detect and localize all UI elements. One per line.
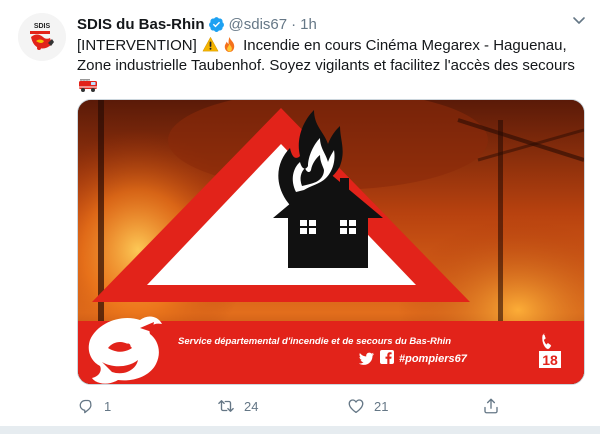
author-handle[interactable]: @sdis67 <box>229 16 288 33</box>
emergency-number: 18 <box>542 352 558 368</box>
sdis-logo-icon: SDIS <box>18 13 66 61</box>
share-button[interactable] <box>482 395 500 417</box>
tweet-divider <box>0 426 600 434</box>
tweet-text: [INTERVENTION] Incendie en cours Cinéma … <box>77 36 577 96</box>
tweet-card[interactable]: SDIS SDIS du Bas-Rhin @sdis67 · 1h [INTE… <box>0 0 600 434</box>
like-button[interactable]: 21 <box>347 395 388 417</box>
fire-icon <box>221 36 238 53</box>
tweet-media-image[interactable]: Service départemental d'incendie et de s… <box>77 99 585 385</box>
reply-button[interactable]: 1 <box>77 395 111 417</box>
tweet-header: SDIS du Bas-Rhin @sdis67 · 1h <box>77 14 317 34</box>
tweet-text-line2: Zone industrielle Taubenhof. Soyez vigil… <box>77 57 575 74</box>
twitter-logo-icon <box>358 352 374 365</box>
reply-icon <box>79 399 92 414</box>
author-name[interactable]: SDIS du Bas-Rhin <box>77 16 205 33</box>
emergency-phone-icon: 18 <box>539 332 561 368</box>
tweet-text-prefix: [INTERVENTION] <box>77 37 197 54</box>
tweet-timestamp[interactable]: 1h <box>300 16 317 33</box>
separator-dot: · <box>291 15 297 33</box>
tweet-text-line1-rest: Incendie en cours Cinéma Megarex - Hague… <box>243 37 567 54</box>
retweet-count: 24 <box>244 398 259 414</box>
fire-warning-illustration: Service départemental d'incendie et de s… <box>78 100 584 384</box>
heart-icon <box>348 399 364 414</box>
share-icon <box>484 398 498 414</box>
retweet-icon <box>218 400 234 412</box>
avatar-label: SDIS <box>34 23 51 30</box>
social-tag: #pompiers67 <box>399 353 468 365</box>
reply-count: 1 <box>104 398 112 414</box>
facebook-logo-icon <box>380 350 394 364</box>
chevron-down-icon[interactable] <box>571 12 587 28</box>
warning-icon <box>202 36 219 53</box>
retweet-button[interactable]: 24 <box>217 395 258 417</box>
tweet-actions: 1 24 21 <box>77 395 577 417</box>
avatar[interactable]: SDIS <box>18 13 66 61</box>
like-count: 21 <box>374 398 389 414</box>
fire-engine-icon <box>78 76 98 93</box>
banner-title: Service départemental d'incendie et de s… <box>178 336 451 347</box>
verified-badge-icon <box>208 16 225 33</box>
